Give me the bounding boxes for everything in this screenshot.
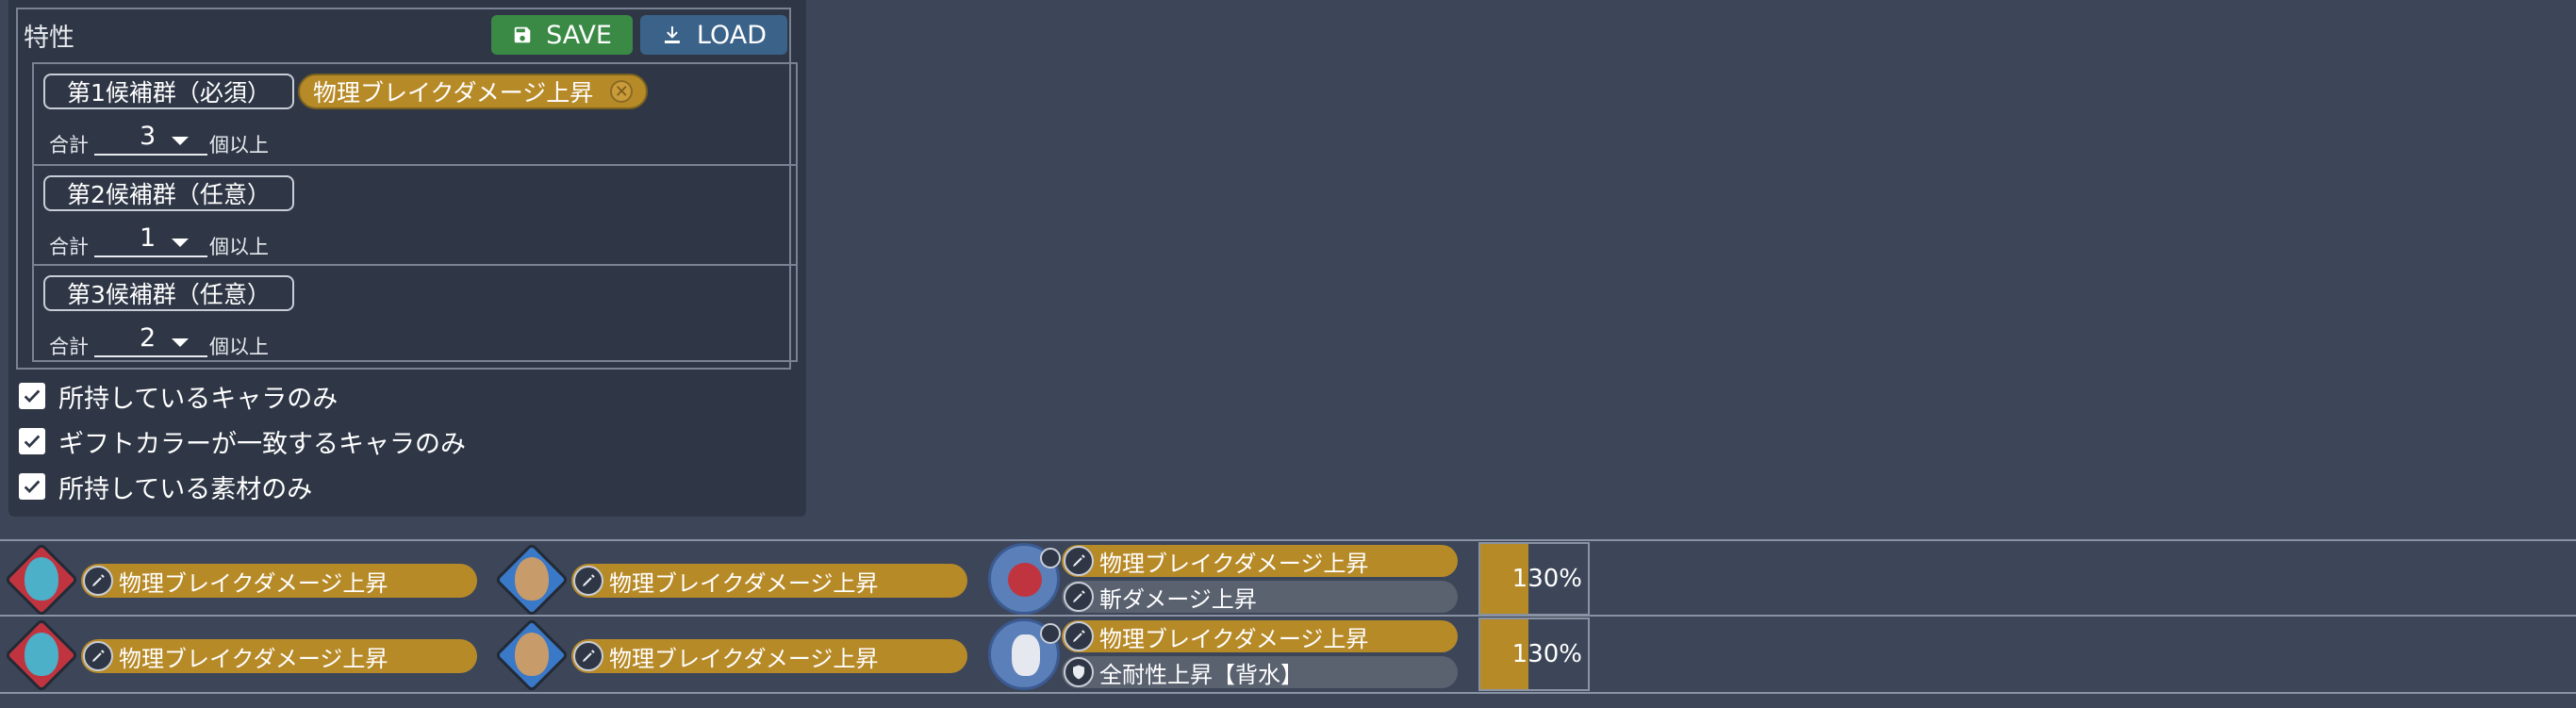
count-value: 2	[140, 323, 157, 353]
count-suffix: 個以上	[209, 134, 269, 156]
sword-icon	[1064, 621, 1094, 651]
skill-label: 物理ブレイクダメージ上昇	[609, 645, 879, 672]
save-label: SAVE	[546, 20, 612, 50]
sword-icon	[573, 566, 603, 596]
check-label: ギフトカラーが一致するキャラのみ	[58, 429, 466, 459]
candidate-group-1: 第1候補群（必須） 物理ブレイクダメージ上昇 ✕ 合計 3 個以上	[34, 64, 796, 164]
memory-icon[interactable]	[988, 543, 1061, 615]
caret-down-icon	[172, 338, 189, 347]
check-label: 所持しているキャラのみ	[58, 384, 339, 414]
group-label: 第3候補群（任意）	[43, 275, 294, 311]
figure-icon	[1012, 634, 1040, 676]
group-label: 第1候補群（必須）	[43, 74, 294, 109]
count-suffix: 個以上	[209, 336, 269, 358]
result-row[interactable]: 物理ブレイクダメージ上昇 物理ブレイクダメージ上昇 物理ブレイクダメージ上昇 全…	[0, 617, 2576, 693]
count-suffix: 個以上	[209, 236, 269, 258]
filter-checks: 所持しているキャラのみ ギフトカラーが一致するキャラのみ 所持している素材のみ	[19, 373, 466, 509]
percent-label: 130%	[1511, 640, 1582, 668]
skill-pill: 物理ブレイクダメージ上昇	[81, 564, 477, 598]
character-avatar[interactable]	[494, 542, 570, 617]
checkbox[interactable]	[19, 473, 45, 500]
filter-owned-characters[interactable]: 所持しているキャラのみ	[19, 373, 466, 419]
download-icon	[664, 26, 680, 43]
skill-label: 物理ブレイクダメージ上昇	[119, 645, 388, 672]
trait-chip[interactable]: 物理ブレイクダメージ上昇 ✕	[298, 74, 649, 109]
character-avatar[interactable]	[4, 617, 79, 693]
skill-label: 物理ブレイクダメージ上昇	[1099, 550, 1369, 577]
skill-pill: 物理ブレイクダメージ上昇	[571, 639, 967, 673]
percent-label: 130%	[1511, 565, 1582, 593]
checkbox[interactable]	[19, 383, 45, 409]
memory-skill-pill: 物理ブレイクダメージ上昇	[1062, 620, 1458, 652]
save-icon	[514, 26, 531, 43]
load-label: LOAD	[696, 20, 767, 50]
count-row: 合計 1 個以上	[49, 222, 351, 260]
sword-icon	[573, 641, 603, 671]
count-row: 合計 2 個以上	[49, 322, 351, 360]
skill-pill: 物理ブレイクダメージ上昇	[571, 564, 967, 598]
count-prefix: 合計	[49, 134, 89, 156]
percent-box: 130%	[1478, 542, 1590, 616]
count-row: 合計 3 個以上	[49, 121, 351, 158]
memory-icon[interactable]	[988, 618, 1061, 690]
memory-skill-pill: 全耐性上昇【背水】	[1062, 656, 1458, 688]
group-label: 第2候補群（任意）	[43, 175, 294, 211]
shield-icon	[1064, 657, 1094, 687]
skill-label: 物理ブレイクダメージ上昇	[609, 569, 879, 597]
check-icon	[24, 389, 41, 403]
memory-skill-pill: 物理ブレイクダメージ上昇	[1062, 545, 1458, 577]
caret-down-icon	[172, 137, 189, 145]
count-select[interactable]: 1	[94, 223, 207, 257]
filter-gift-color[interactable]: ギフトカラーが一致するキャラのみ	[19, 419, 466, 464]
skill-label: 全耐性上昇【背水】	[1099, 661, 1303, 688]
row-divider	[0, 692, 2576, 694]
sword-badge-icon	[1040, 623, 1061, 644]
character-portrait	[515, 557, 549, 601]
check-label: 所持している素材のみ	[58, 474, 313, 504]
count-select[interactable]: 3	[94, 122, 207, 156]
filter-owned-materials[interactable]: 所持している素材のみ	[19, 464, 466, 509]
memory-skill-pill: 斬ダメージ上昇	[1062, 581, 1458, 613]
count-prefix: 合計	[49, 336, 89, 358]
skill-label: 物理ブレイクダメージ上昇	[119, 569, 388, 597]
count-prefix: 合計	[49, 236, 89, 258]
percent-box: 130%	[1478, 617, 1590, 691]
character-portrait	[25, 557, 58, 601]
sword-icon	[1064, 582, 1094, 612]
skill-label: 物理ブレイクダメージ上昇	[1099, 625, 1369, 652]
character-avatar[interactable]	[494, 617, 570, 693]
close-icon[interactable]: ✕	[610, 80, 634, 103]
caret-down-icon	[172, 239, 189, 247]
trait-panel: 特性 SAVE LOAD 第1候補群（必須） 物理ブレイクダメージ上昇 ✕ 合計…	[8, 0, 806, 517]
check-icon	[24, 480, 41, 494]
skill-label: 斬ダメージ上昇	[1099, 585, 1257, 613]
character-portrait	[515, 633, 549, 676]
count-value: 1	[140, 223, 157, 253]
count-value: 3	[140, 122, 157, 151]
candidate-group-2: 第2候補群（任意） 合計 1 個以上	[34, 164, 796, 264]
character-avatar[interactable]	[4, 542, 79, 617]
count-select[interactable]: 2	[94, 323, 207, 357]
result-row[interactable]: 物理ブレイクダメージ上昇 物理ブレイクダメージ上昇 物理ブレイクダメージ上昇 斬…	[0, 541, 2576, 617]
sword-icon	[83, 566, 113, 596]
sword-icon	[83, 641, 113, 671]
candidate-group-3: 第3候補群（任意） 合計 2 個以上	[34, 264, 796, 364]
checkbox[interactable]	[19, 428, 45, 454]
rose-icon	[1008, 563, 1042, 597]
save-button[interactable]: SAVE	[491, 15, 633, 55]
panel-title: 特性	[24, 24, 74, 53]
chip-label: 物理ブレイクダメージ上昇	[313, 79, 594, 107]
skill-pill: 物理ブレイクダメージ上昇	[81, 639, 477, 673]
candidate-groups: 第1候補群（必須） 物理ブレイクダメージ上昇 ✕ 合計 3 個以上 第2候補群（…	[32, 62, 798, 362]
sword-badge-icon	[1040, 548, 1061, 568]
character-portrait	[25, 633, 58, 676]
check-icon	[24, 435, 41, 449]
load-button[interactable]: LOAD	[640, 15, 787, 55]
sword-icon	[1064, 546, 1094, 576]
